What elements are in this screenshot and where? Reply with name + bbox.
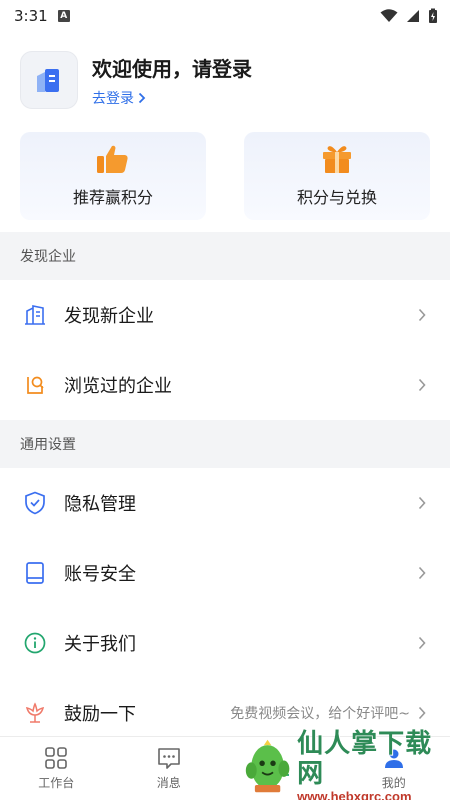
logo-icon bbox=[37, 69, 59, 92]
signal-icon bbox=[407, 10, 419, 22]
tab-label: 工作台 bbox=[38, 776, 75, 790]
building-icon bbox=[25, 305, 45, 325]
tab-workbench[interactable]: 工作台 bbox=[0, 737, 113, 800]
phone-icon bbox=[26, 562, 44, 584]
chevron-right-icon bbox=[138, 92, 146, 103]
chevron-right-icon bbox=[418, 706, 426, 720]
welcome-text: 欢迎使用，请登录 bbox=[92, 56, 252, 81]
chevron-right-icon bbox=[418, 378, 426, 392]
message-icon bbox=[157, 748, 180, 769]
thumbs-up-icon bbox=[97, 145, 128, 173]
flower-icon bbox=[25, 702, 45, 723]
menu-item-label: 隐私管理 bbox=[64, 494, 136, 515]
status-time: 3:31 bbox=[14, 7, 48, 25]
info-icon bbox=[24, 632, 46, 654]
card-points[interactable]: 积分与兑换 bbox=[244, 132, 430, 220]
profile-header: 欢迎使用，请登录 去登录 bbox=[0, 32, 450, 116]
menu-item-label: 浏览过的企业 bbox=[64, 376, 172, 397]
gift-icon bbox=[323, 146, 351, 173]
cactus-logo-icon bbox=[245, 739, 290, 793]
chevron-right-icon bbox=[418, 308, 426, 322]
wifi-icon bbox=[380, 9, 398, 22]
chevron-right-icon bbox=[418, 496, 426, 510]
battery-icon bbox=[429, 8, 437, 23]
watermark: 仙人掌下载网 www.hebxqrc.com bbox=[244, 729, 444, 800]
menu-item-about[interactable]: 关于我们 bbox=[0, 608, 450, 678]
menu-item-account-security[interactable]: 账号安全 bbox=[0, 538, 450, 608]
tab-messages[interactable]: 消息 bbox=[113, 737, 226, 800]
menu-item-label: 鼓励一下 bbox=[64, 704, 136, 725]
menu-item-privacy[interactable]: 隐私管理 bbox=[0, 468, 450, 538]
card-points-label: 积分与兑换 bbox=[296, 188, 377, 207]
tab-label: 消息 bbox=[156, 776, 181, 790]
menu-item-browsed-companies[interactable]: 浏览过的企业 bbox=[0, 350, 450, 420]
quick-cards: 推荐赢积分 积分与兑换 bbox=[0, 116, 450, 222]
menu-item-discover-companies[interactable]: 发现新企业 bbox=[0, 280, 450, 350]
card-recommend[interactable]: 推荐赢积分 bbox=[20, 132, 206, 220]
chevron-right-icon bbox=[418, 636, 426, 650]
login-link[interactable]: 去登录 bbox=[92, 88, 252, 108]
login-link-label: 去登录 bbox=[92, 90, 134, 107]
watermark-title: 仙人掌下载网 bbox=[297, 728, 433, 789]
card-recommend-label: 推荐赢积分 bbox=[72, 188, 153, 207]
watermark-url: www.hebxqrc.com bbox=[297, 788, 412, 800]
menu-item-hint: 免费视频会议，给个好评吧~ bbox=[230, 706, 410, 722]
menu-item-label: 发现新企业 bbox=[64, 306, 154, 327]
grid-icon bbox=[45, 747, 68, 769]
app-logo[interactable] bbox=[20, 51, 78, 109]
shield-icon bbox=[25, 491, 45, 515]
section-header-settings: 通用设置 bbox=[0, 420, 450, 468]
notification-a-icon: A bbox=[57, 10, 70, 22]
section-header-discover: 发现企业 bbox=[0, 232, 450, 280]
menu-item-label: 关于我们 bbox=[64, 634, 136, 655]
menu-item-label: 账号安全 bbox=[64, 564, 136, 585]
chevron-right-icon bbox=[418, 566, 426, 580]
status-bar: 3:31 A bbox=[0, 0, 450, 32]
history-icon bbox=[27, 376, 44, 394]
